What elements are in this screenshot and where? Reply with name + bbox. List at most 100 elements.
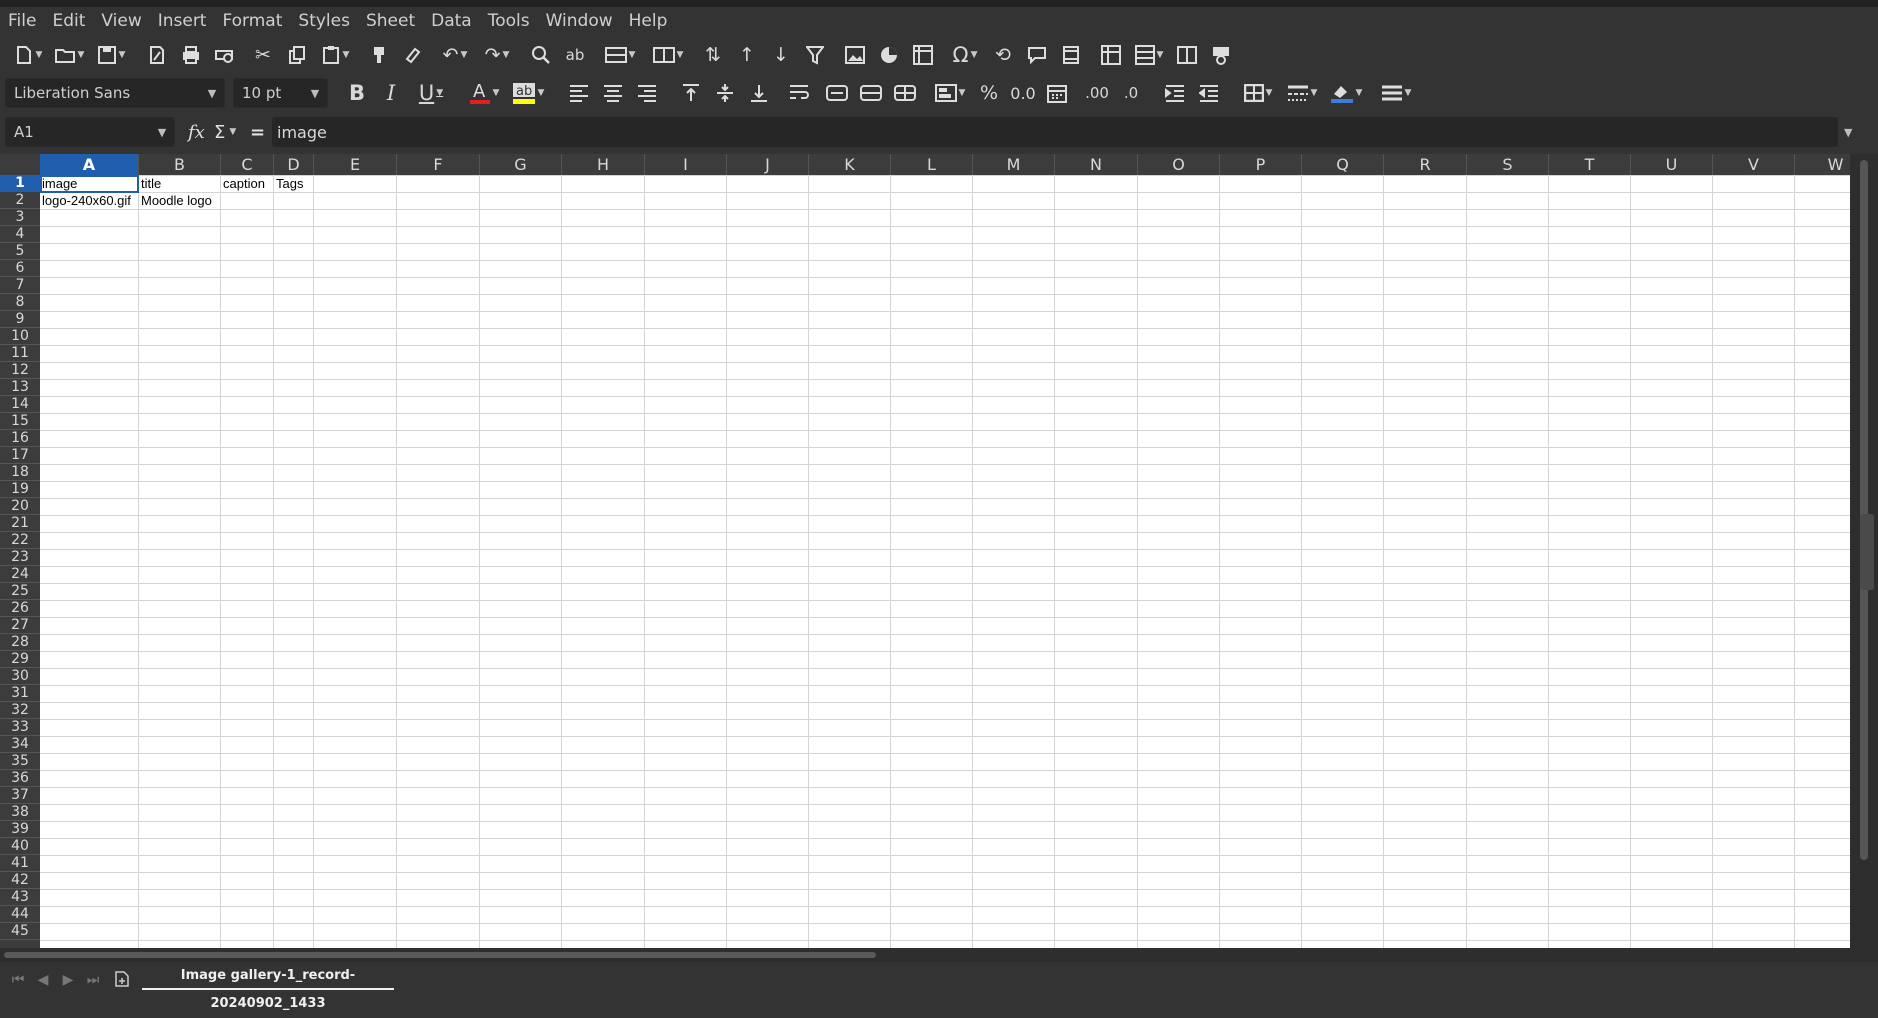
header-footer-icon[interactable] <box>1054 40 1088 70</box>
number-format-icon[interactable]: 0.0 <box>1006 78 1040 108</box>
cell-a2[interactable]: logo-240x60.gif <box>40 192 131 209</box>
border-style-icon[interactable]: ▼ <box>1280 78 1324 108</box>
conditional-format-icon[interactable]: ▼ <box>928 78 972 108</box>
row-header-12[interactable]: 12 <box>0 362 40 379</box>
column-header-p[interactable]: P <box>1220 154 1302 175</box>
add-decimal-icon[interactable]: .00 <box>1080 78 1114 108</box>
column-header-u[interactable]: U <box>1631 154 1713 175</box>
print-icon[interactable] <box>174 40 208 70</box>
row-header-1[interactable]: 1 <box>0 175 40 192</box>
bold-icon[interactable]: B <box>340 78 374 108</box>
hyperlink-icon[interactable]: ⟲ <box>986 40 1020 70</box>
wrap-text-icon[interactable] <box>782 78 816 108</box>
vertical-scrollbar[interactable] <box>1850 154 1878 948</box>
chevron-down-icon[interactable]: ▼ <box>200 87 224 100</box>
formula-input[interactable]: image <box>272 117 1838 147</box>
cell-styles-icon[interactable]: ▼ <box>1374 78 1418 108</box>
row-header-36[interactable]: 36 <box>0 770 40 787</box>
row-header-22[interactable]: 22 <box>0 532 40 549</box>
underline-icon[interactable]: U ▼ <box>408 78 454 108</box>
row-header-44[interactable]: 44 <box>0 906 40 923</box>
cell-b2[interactable]: Moodle logo <box>139 192 212 209</box>
menu-styles[interactable]: Styles <box>290 7 358 36</box>
row-header-16[interactable]: 16 <box>0 430 40 447</box>
row-header-40[interactable]: 40 <box>0 838 40 855</box>
cell-c1[interactable]: caption <box>221 175 265 192</box>
column-icon[interactable]: ▼ <box>644 40 692 70</box>
sort-ascending-icon[interactable]: ↑ <box>730 40 764 70</box>
next-sheet-icon[interactable]: ▶ <box>58 970 78 990</box>
row-header-31[interactable]: 31 <box>0 685 40 702</box>
column-header-f[interactable]: F <box>397 154 480 175</box>
borders-icon[interactable]: ▼ <box>1236 78 1280 108</box>
freeze-rows-columns-icon[interactable]: ▼ <box>1128 40 1170 70</box>
show-draw-functions-icon[interactable] <box>1204 40 1238 70</box>
cell-d1[interactable]: Tags <box>274 175 303 192</box>
row-header-3[interactable]: 3 <box>0 209 40 226</box>
column-header-o[interactable]: O <box>1138 154 1220 175</box>
row-header-17[interactable]: 17 <box>0 447 40 464</box>
column-header-a[interactable]: A <box>40 154 139 175</box>
menu-sheet[interactable]: Sheet <box>358 7 423 36</box>
comment-icon[interactable] <box>1020 40 1054 70</box>
row-header-32[interactable]: 32 <box>0 702 40 719</box>
row-header-28[interactable]: 28 <box>0 634 40 651</box>
row-header-14[interactable]: 14 <box>0 396 40 413</box>
sort-icon[interactable]: ⇅ <box>696 40 730 70</box>
function-wizard-icon[interactable]: fx <box>188 117 205 147</box>
row-header-20[interactable]: 20 <box>0 498 40 515</box>
sheet-tab[interactable]: Image gallery-1_record-20240902_1433 <box>142 962 394 1011</box>
print-preview-icon[interactable] <box>208 40 242 70</box>
new-document-icon[interactable]: ▼ <box>8 40 48 70</box>
spelling-icon[interactable]: ab <box>558 40 592 70</box>
row-header-25[interactable]: 25 <box>0 583 40 600</box>
chevron-down-icon[interactable]: ▼ <box>150 126 174 139</box>
row-header-11[interactable]: 11 <box>0 345 40 362</box>
row-header-24[interactable]: 24 <box>0 566 40 583</box>
split-window-icon[interactable] <box>1170 40 1204 70</box>
increase-indent-icon[interactable] <box>1158 78 1192 108</box>
column-header-n[interactable]: N <box>1055 154 1138 175</box>
row-header-19[interactable]: 19 <box>0 481 40 498</box>
chevron-down-icon[interactable]: ▼ <box>303 87 327 100</box>
row-icon[interactable]: ▼ <box>596 40 644 70</box>
row-header-34[interactable]: 34 <box>0 736 40 753</box>
cell-area[interactable]: image title caption Tags logo-240x60.gif Mood… <box>40 175 1850 948</box>
column-header-s[interactable]: S <box>1467 154 1549 175</box>
row-header-39[interactable]: 39 <box>0 821 40 838</box>
border-color-icon[interactable]: ▼ <box>1324 78 1368 108</box>
column-header-t[interactable]: T <box>1549 154 1631 175</box>
font-size-combo[interactable]: 10 pt ▼ <box>233 78 328 108</box>
save-icon[interactable]: ▼ <box>90 40 132 70</box>
align-bottom-icon[interactable] <box>742 78 776 108</box>
column-header-m[interactable]: M <box>973 154 1055 175</box>
align-left-icon[interactable] <box>562 78 596 108</box>
name-box[interactable]: A1 ▼ <box>5 117 175 147</box>
font-color-icon[interactable]: A ▼ <box>462 78 506 108</box>
menu-view[interactable]: View <box>93 7 149 36</box>
column-header-c[interactable]: C <box>221 154 274 175</box>
highlight-color-icon[interactable]: ab ▼ <box>506 78 550 108</box>
row-header-23[interactable]: 23 <box>0 549 40 566</box>
row-header-8[interactable]: 8 <box>0 294 40 311</box>
autofilter-icon[interactable] <box>798 40 832 70</box>
align-right-icon[interactable] <box>630 78 664 108</box>
export-pdf-icon[interactable] <box>140 40 174 70</box>
insert-chart-icon[interactable] <box>872 40 906 70</box>
row-header-38[interactable]: 38 <box>0 804 40 821</box>
horizontal-scrollbar[interactable] <box>0 948 1878 962</box>
last-sheet-icon[interactable]: ⏭ <box>83 970 103 990</box>
merge-cells-icon[interactable] <box>854 78 888 108</box>
merge-center-icon[interactable] <box>820 78 854 108</box>
row-header-21[interactable]: 21 <box>0 515 40 532</box>
paste-icon[interactable]: ▼ <box>314 40 356 70</box>
decrease-indent-icon[interactable] <box>1192 78 1226 108</box>
sidebar-handle[interactable] <box>1860 514 1874 590</box>
row-header-45[interactable]: 45 <box>0 923 40 940</box>
menu-data[interactable]: Data <box>423 7 480 36</box>
align-top-icon[interactable] <box>674 78 708 108</box>
row-header-41[interactable]: 41 <box>0 855 40 872</box>
row-header-6[interactable]: 6 <box>0 260 40 277</box>
insert-image-icon[interactable] <box>838 40 872 70</box>
undo-icon[interactable]: ↶ ▼ <box>434 40 476 70</box>
